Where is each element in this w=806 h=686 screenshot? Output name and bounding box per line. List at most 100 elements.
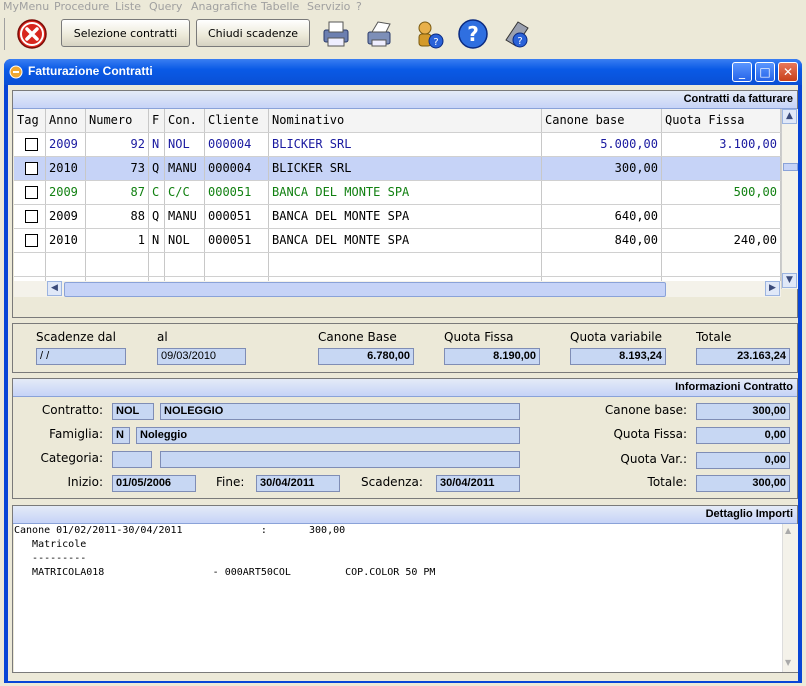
fine-field[interactable]: 30/04/2011 — [256, 475, 340, 492]
scadenze-dal-field[interactable]: / / — [36, 348, 126, 365]
table-row[interactable]: 2010 1 N NOL 000051 BANCA DEL MONTE SPA 840,00… — [14, 229, 781, 253]
close-deadlines-button[interactable]: Chiudi scadenze — [196, 19, 310, 47]
detail-scroll-down-icon[interactable]: ▼ — [785, 658, 791, 667]
menu-liste[interactable]: Liste — [115, 0, 141, 13]
table-row[interactable] — [14, 253, 781, 277]
close-window-button[interactable]: ✕ — [778, 62, 798, 82]
menu-query[interactable]: Query — [149, 0, 182, 13]
cell-anno[interactable]: 2009 — [46, 205, 86, 228]
scroll-left-button[interactable]: ◀ — [47, 281, 62, 296]
cell-con[interactable]: MANU — [165, 157, 205, 180]
cell-canone[interactable]: 840,00 — [542, 229, 662, 252]
cell-cliente[interactable]: 000051 — [205, 181, 269, 204]
cell-tag[interactable] — [14, 205, 46, 228]
cell-nominativo[interactable]: BLICKER SRL — [269, 133, 542, 156]
title-bar[interactable]: Fatturazione Contratti _ □ ✕ — [4, 59, 802, 85]
scroll-right-button[interactable]: ▶ — [765, 281, 780, 296]
scadenza-field[interactable]: 30/04/2011 — [436, 475, 520, 492]
cell-nominativo[interactable]: BLICKER SRL — [269, 157, 542, 180]
grid-vertical-scrollbar[interactable]: ▲ ▼ — [781, 109, 798, 289]
detail-scroll-up-icon[interactable]: ▲ — [785, 526, 791, 535]
tag-checkbox[interactable] — [25, 138, 38, 151]
hscroll-thumb[interactable] — [64, 282, 666, 297]
cell-tag[interactable] — [14, 181, 46, 204]
cell-quota[interactable]: 3.100,00 — [662, 133, 781, 156]
scroll-up-button[interactable]: ▲ — [782, 109, 797, 124]
table-row[interactable]: 2009 92 N NOL 000004 BLICKER SRL 5.000,00 3.100… — [14, 133, 781, 157]
col-con[interactable]: Con. — [165, 109, 205, 132]
grid-horizontal-scrollbar[interactable]: ◀ ▶ — [14, 281, 781, 297]
cell-f[interactable]: N — [149, 133, 165, 156]
cell-cliente[interactable]: 000004 — [205, 157, 269, 180]
cell-cliente[interactable]: 000004 — [205, 133, 269, 156]
cell-numero[interactable]: 1 — [86, 229, 149, 252]
col-canone-base[interactable]: Canone base — [542, 109, 662, 132]
maximize-button[interactable]: □ — [755, 62, 775, 82]
categoria-code-field[interactable] — [112, 451, 152, 468]
tag-checkbox[interactable] — [25, 162, 38, 175]
tag-checkbox[interactable] — [25, 234, 38, 247]
cell-con[interactable]: NOL — [165, 229, 205, 252]
contracts-grid[interactable]: Tag Anno Numero F Con. Cliente Nominativ… — [14, 109, 781, 281]
table-row[interactable]: 2010 73 Q MANU 000004 BLICKER SRL 300,00 — [14, 157, 781, 181]
cell-nominativo[interactable]: BANCA DEL MONTE SPA — [269, 205, 542, 228]
contratto-code-field[interactable]: NOL — [112, 403, 154, 420]
col-quota-fissa[interactable]: Quota Fissa — [662, 109, 781, 132]
cell-con[interactable]: C/C — [165, 181, 205, 204]
help-icon[interactable]: ? — [457, 18, 489, 50]
col-nominativo[interactable]: Nominativo — [269, 109, 542, 132]
cell-quota[interactable]: 240,00 — [662, 229, 781, 252]
cell-numero[interactable]: 87 — [86, 181, 149, 204]
cell-anno[interactable]: 2009 — [46, 181, 86, 204]
menu-procedure[interactable]: Procedure — [54, 0, 109, 13]
menu-servizio[interactable]: Servizio — [307, 0, 350, 13]
cell-anno[interactable]: 2010 — [46, 157, 86, 180]
col-f[interactable]: F — [149, 109, 165, 132]
cell-tag[interactable] — [14, 157, 46, 180]
cell-numero[interactable]: 92 — [86, 133, 149, 156]
detail-text[interactable]: Canone 01/02/2011-30/04/2011 : 300,00 Ma… — [14, 524, 782, 672]
print-preview-icon[interactable] — [364, 18, 396, 50]
table-row[interactable]: 2009 87 C C/C 000051 BANCA DEL MONTE SPA 500,0… — [14, 181, 781, 205]
al-field[interactable]: 09/03/2010 — [157, 348, 246, 365]
cell-quota[interactable] — [662, 157, 781, 180]
cell-f[interactable]: Q — [149, 205, 165, 228]
menu-tabelle[interactable]: Tabelle — [261, 0, 299, 13]
menu-help[interactable]: ? — [356, 0, 362, 13]
cell-tag[interactable] — [14, 229, 46, 252]
minimize-button[interactable]: _ — [732, 62, 752, 82]
scroll-down-button[interactable]: ▼ — [782, 273, 797, 288]
col-cliente[interactable]: Cliente — [205, 109, 269, 132]
close-red-icon[interactable] — [16, 18, 48, 50]
cell-numero[interactable]: 88 — [86, 205, 149, 228]
cell-nominativo[interactable]: BANCA DEL MONTE SPA — [269, 181, 542, 204]
user-key-help-icon[interactable]: ? — [413, 18, 445, 50]
cell-numero[interactable]: 73 — [86, 157, 149, 180]
cell-anno[interactable]: 2010 — [46, 229, 86, 252]
cell-f[interactable]: C — [149, 181, 165, 204]
cell-canone[interactable]: 640,00 — [542, 205, 662, 228]
cell-con[interactable]: NOL — [165, 133, 205, 156]
tag-checkbox[interactable] — [25, 186, 38, 199]
cell-canone[interactable] — [542, 181, 662, 204]
tag-checkbox[interactable] — [25, 210, 38, 223]
printer-icon[interactable] — [320, 18, 352, 50]
cell-cliente[interactable]: 000051 — [205, 229, 269, 252]
document-help-icon[interactable]: ? — [500, 18, 532, 50]
col-numero[interactable]: Numero — [86, 109, 149, 132]
scroll-thumb[interactable] — [783, 163, 798, 171]
cell-con[interactable]: MANU — [165, 205, 205, 228]
cell-quota[interactable]: 500,00 — [662, 181, 781, 204]
select-contracts-button[interactable]: Selezione contratti — [61, 19, 190, 47]
cell-canone[interactable]: 5.000,00 — [542, 133, 662, 156]
cell-f[interactable]: Q — [149, 157, 165, 180]
famiglia-code-field[interactable]: N — [112, 427, 130, 444]
col-anno[interactable]: Anno — [46, 109, 86, 132]
menu-anagrafiche[interactable]: Anagrafiche — [191, 0, 257, 13]
table-row[interactable]: 2009 88 Q MANU 000051 BANCA DEL MONTE SPA 640,… — [14, 205, 781, 229]
cell-cliente[interactable]: 000051 — [205, 205, 269, 228]
col-tag[interactable]: Tag — [14, 109, 46, 132]
cell-nominativo[interactable]: BANCA DEL MONTE SPA — [269, 229, 542, 252]
menu-mymenu[interactable]: MyMenu — [3, 0, 49, 13]
cell-anno[interactable]: 2009 — [46, 133, 86, 156]
